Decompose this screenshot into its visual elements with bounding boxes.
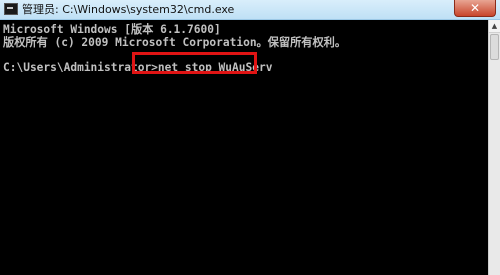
title-bar[interactable]: 管理员: C:\Windows\system32\cmd.exe ✕ — [0, 0, 500, 20]
console-line-copyright: 版权所有 (c) 2009 Microsoft Corporation。保留所有… — [3, 36, 347, 49]
vertical-scrollbar[interactable]: ▲ — [488, 20, 500, 275]
command-highlight-box — [132, 52, 257, 74]
close-icon: ✕ — [469, 1, 481, 15]
close-button[interactable]: ✕ — [454, 0, 496, 17]
console-line-version: Microsoft Windows [版本 6.1.7600] — [3, 23, 221, 36]
scroll-up-icon[interactable]: ▲ — [489, 20, 500, 33]
scroll-thumb[interactable] — [490, 34, 499, 60]
cmd-app-icon[interactable] — [4, 3, 18, 15]
window-title: 管理员: C:\Windows\system32\cmd.exe — [22, 3, 235, 16]
cmd-window: 管理员: C:\Windows\system32\cmd.exe ✕ Micro… — [0, 0, 500, 275]
